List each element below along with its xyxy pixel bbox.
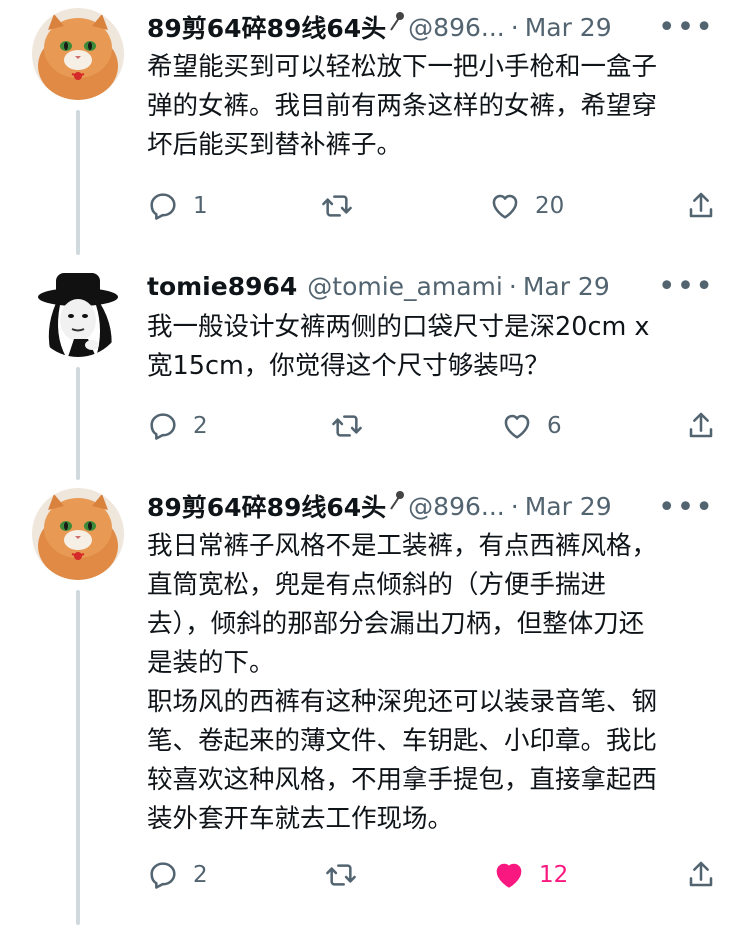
like-button[interactable]: 12 [493, 855, 568, 895]
reply-button[interactable]: 2 [147, 855, 208, 895]
share-button[interactable] [685, 855, 717, 895]
thread-line [76, 590, 80, 925]
like-icon [501, 410, 533, 442]
tweet[interactable]: 89剪64碎89线64头 @896... · Mar 29 ••• 希望能买到可… [0, 0, 750, 255]
timestamp[interactable]: Mar 29 [523, 272, 610, 301]
reply-count: 1 [193, 193, 208, 219]
like-icon [493, 859, 525, 891]
reply-count: 2 [193, 862, 208, 888]
share-icon [685, 859, 717, 891]
timestamp[interactable]: Mar 29 [525, 492, 612, 521]
separator: · [508, 271, 517, 301]
tweet-text: 我日常裤子风格不是工装裤，有点西裤风格， 直筒宽松，兜是有点倾斜的（方便手揣进 … [147, 531, 658, 834]
retweet-icon [321, 190, 353, 222]
reply-count: 2 [193, 413, 208, 439]
like-count: 20 [535, 193, 565, 219]
avatar[interactable] [32, 488, 124, 580]
tweet-text: 希望能买到可以轻松放下一把小手枪和一盒子 弹的女裤。我目前有两条这样的女裤，希望… [147, 52, 658, 160]
share-icon [685, 410, 717, 442]
reply-button[interactable]: 2 [147, 406, 208, 446]
like-button[interactable]: 6 [501, 406, 562, 446]
more-icon[interactable]: ••• [658, 493, 714, 523]
retweet-button[interactable] [331, 406, 377, 446]
share-icon [685, 190, 717, 222]
action-bar: 1 20 [147, 186, 727, 226]
action-bar: 2 6 [147, 406, 727, 446]
separator: · [510, 12, 519, 42]
pin-icon [390, 491, 405, 510]
user-handle[interactable]: @896... [408, 492, 505, 521]
like-icon [489, 190, 521, 222]
separator: · [510, 491, 519, 521]
retweet-icon [325, 859, 357, 891]
like-button[interactable]: 20 [489, 186, 564, 226]
like-count: 12 [539, 862, 569, 888]
timestamp[interactable]: Mar 29 [525, 13, 612, 42]
action-bar: 2 12 [147, 855, 727, 895]
like-count: 6 [547, 413, 562, 439]
share-button[interactable] [685, 186, 717, 226]
reply-icon [147, 859, 179, 891]
reply-icon [147, 190, 179, 222]
user-handle[interactable]: @tomie_amami [307, 272, 503, 301]
thread-line [76, 367, 80, 480]
reply-icon [147, 410, 179, 442]
tweet-text: 我一般设计女裤两侧的口袋尺寸是深20cm x 宽15cm，你觉得这个尺寸够装吗？ [147, 312, 650, 381]
display-name[interactable]: 89剪64碎89线64头 [147, 488, 386, 524]
reply-button[interactable]: 1 [147, 186, 208, 226]
share-button[interactable] [685, 406, 717, 446]
tweet-header: 89剪64碎89线64头 @896... · Mar 29 [147, 7, 730, 47]
retweet-icon [331, 410, 363, 442]
retweet-button[interactable] [321, 186, 367, 226]
tweet-header: tomie8964 @tomie_amami · Mar 29 [147, 266, 730, 306]
user-handle[interactable]: @896... [408, 13, 505, 42]
retweet-button[interactable] [325, 855, 371, 895]
tweet[interactable]: 89剪64碎89线64头 @896... · Mar 29 ••• 我日常裤子风… [0, 480, 750, 925]
display-name[interactable]: 89剪64碎89线64头 [147, 9, 386, 45]
tweet-header: 89剪64碎89线64头 @896... · Mar 29 [147, 486, 730, 526]
pin-icon [390, 12, 405, 31]
more-icon[interactable]: ••• [658, 272, 714, 302]
display-name[interactable]: tomie8964 [147, 272, 297, 301]
avatar[interactable] [32, 8, 124, 100]
thread-line [76, 110, 80, 255]
more-icon[interactable]: ••• [658, 13, 714, 43]
tweet[interactable]: tomie8964 @tomie_amami · Mar 29 ••• 我一般设… [0, 255, 750, 480]
avatar[interactable] [32, 265, 124, 357]
